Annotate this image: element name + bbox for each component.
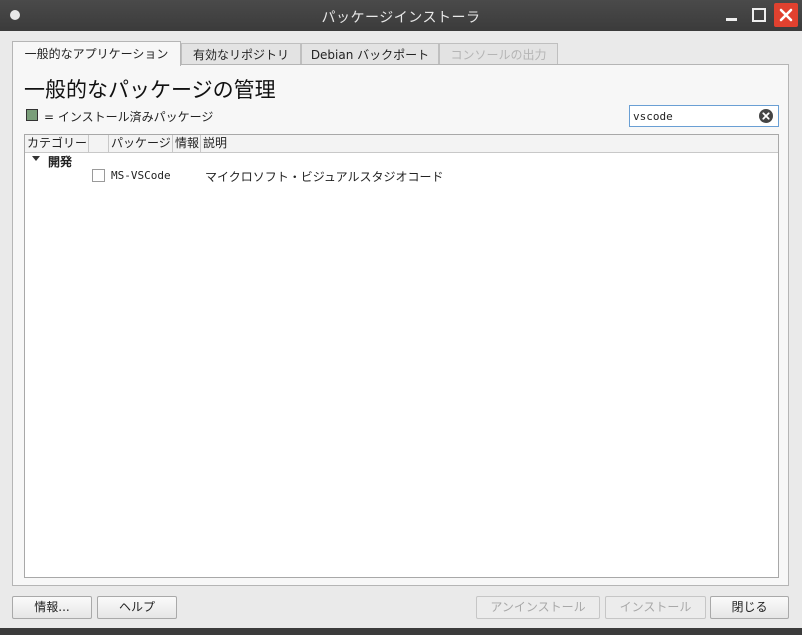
window-title: パッケージインストーラ <box>321 10 481 26</box>
column-header-installed[interactable] <box>89 135 109 152</box>
close-icon <box>779 8 793 22</box>
column-header-description[interactable]: 説明 <box>201 135 780 152</box>
search-input-value: vscode <box>633 110 673 123</box>
maximize-icon <box>752 8 766 22</box>
clear-search-icon[interactable] <box>759 109 773 123</box>
title-bar[interactable]: パッケージインストーラ <box>0 0 802 31</box>
table-header: カテゴリー パッケージ 情報 説明 <box>25 135 778 153</box>
tab-general-applications[interactable]: 一般的なアプリケーション <box>12 41 181 66</box>
maximize-button[interactable] <box>748 4 770 26</box>
tab-panel: 一般的なパッケージの管理 = インストール済みパッケージ vscode カテゴリ… <box>12 64 789 586</box>
package-install-checkbox[interactable] <box>92 169 105 182</box>
installed-legend-swatch <box>26 109 38 121</box>
column-header-category[interactable]: カテゴリー <box>25 135 89 152</box>
tab-debian-backports[interactable]: Debian バックポート <box>301 43 439 65</box>
about-button[interactable]: 情報... <box>12 596 92 619</box>
help-button[interactable]: ヘルプ <box>97 596 177 619</box>
minimize-button[interactable] <box>720 4 742 26</box>
installed-legend-label: = インストール済みパッケージ <box>44 110 214 124</box>
expander-down-icon[interactable] <box>32 156 40 161</box>
column-header-info[interactable]: 情報 <box>173 135 201 152</box>
package-installer-window: パッケージインストーラ 一般的なアプリケーション 有効なリポジトリ Debian… <box>0 0 802 635</box>
column-header-package[interactable]: パッケージ <box>109 135 173 152</box>
search-input[interactable]: vscode <box>629 105 779 127</box>
close-window-button[interactable] <box>774 3 798 27</box>
minimize-icon <box>725 17 737 21</box>
uninstall-button: アンインストール <box>476 596 600 619</box>
close-button[interactable]: 閉じる <box>710 596 789 619</box>
category-label: 開発 <box>48 155 73 169</box>
package-description: マイクロソフト・ビジュアルスタジオコード <box>205 170 444 184</box>
tab-console-output: コンソールの出力 <box>439 43 558 65</box>
page-title: 一般的なパッケージの管理 <box>24 78 276 102</box>
install-button: インストール <box>605 596 706 619</box>
window-bottom-border <box>0 628 802 635</box>
tab-enabled-repositories[interactable]: 有効なリポジトリ <box>181 43 301 65</box>
package-tree[interactable]: カテゴリー パッケージ 情報 説明 開発 MS-VSCode マイクロソフト・ビ… <box>24 134 779 578</box>
package-name: MS-VSCode <box>111 169 171 182</box>
